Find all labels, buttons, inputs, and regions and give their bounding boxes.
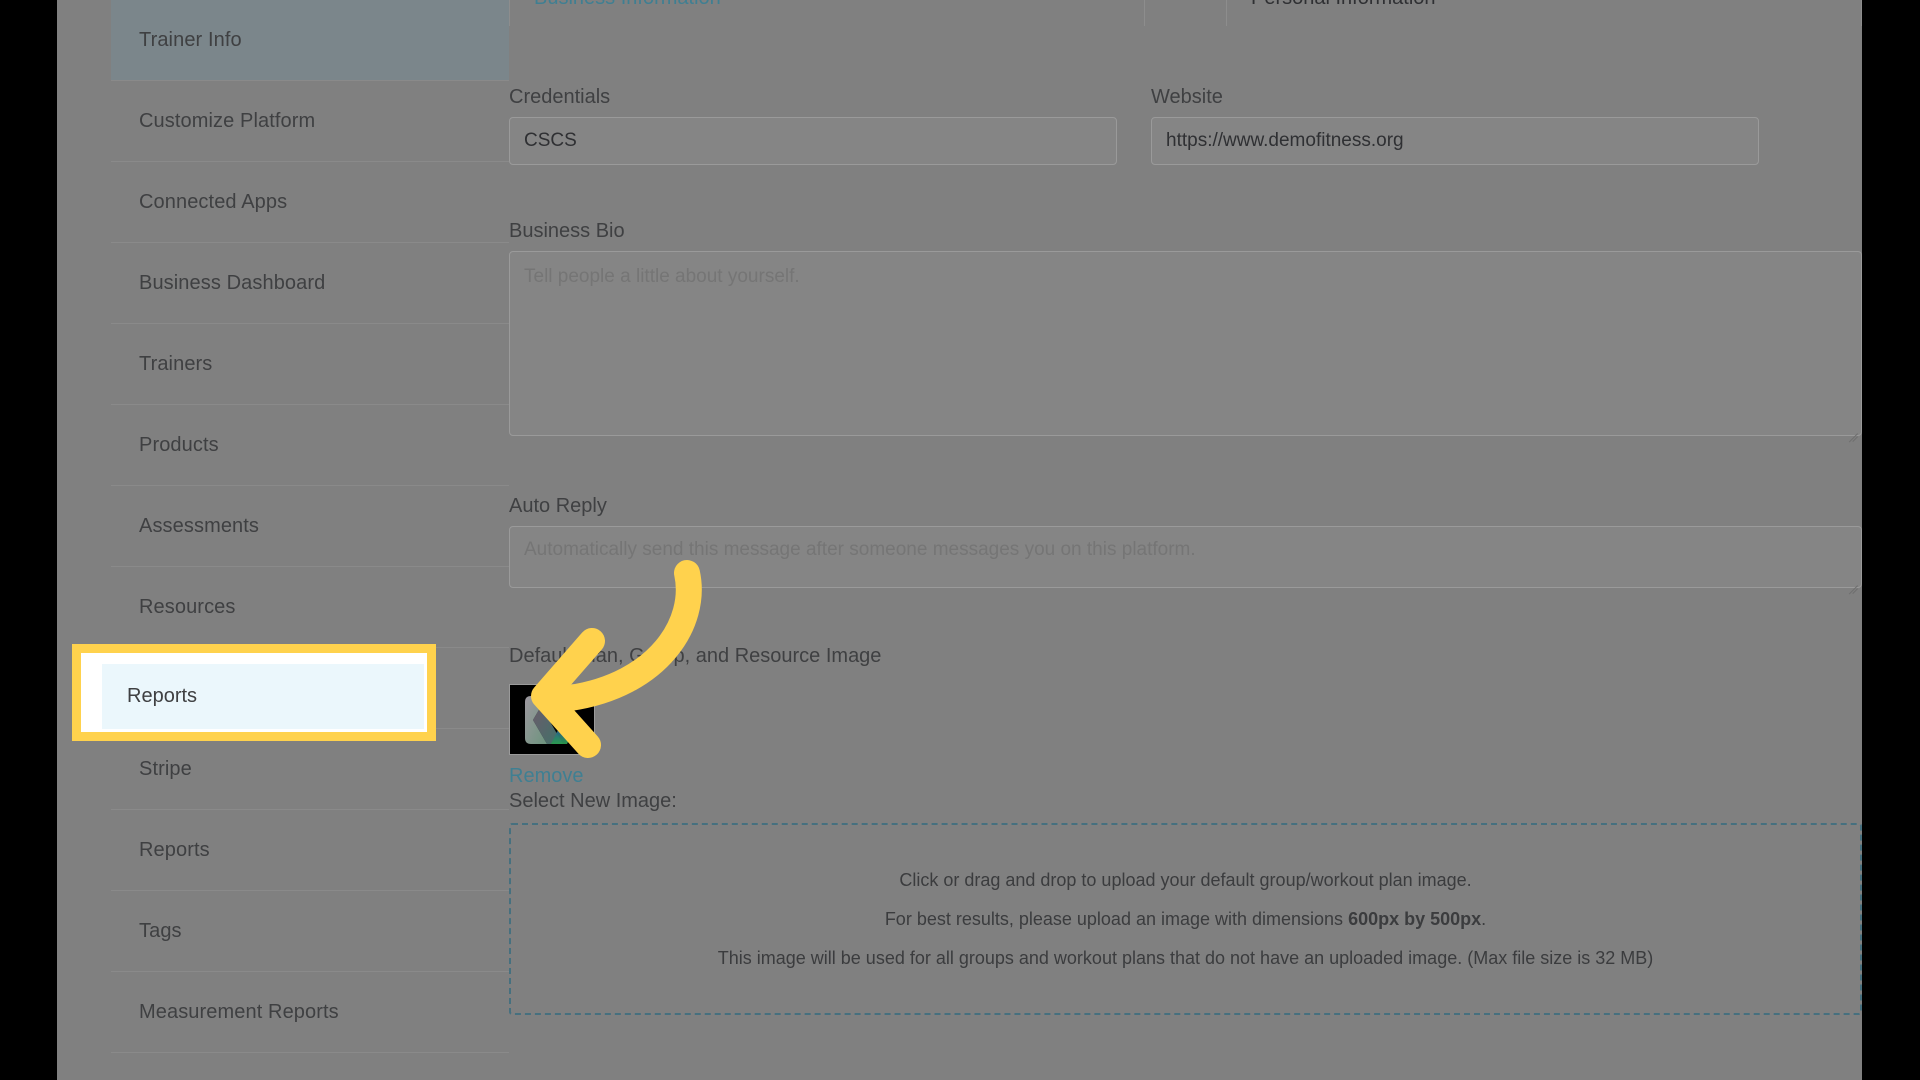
sidebar-item-trainer-info[interactable]: Trainer Info <box>111 0 509 81</box>
image-upload-dropzone[interactable]: Click or drag and drop to upload your de… <box>509 823 1862 1015</box>
credentials-website-row: Credentials Website <box>509 86 1862 165</box>
business-bio-textarea[interactable] <box>509 251 1862 436</box>
sidebar-item-assessments[interactable]: Assessments <box>111 486 509 567</box>
website-label: Website <box>1151 86 1223 108</box>
brand-chevron-logo-icon <box>525 695 579 744</box>
sidebar-item-label: Reports <box>127 685 198 707</box>
dropzone-line-2-suffix: . <box>1481 908 1487 929</box>
tab-label: Business Information <box>534 0 721 10</box>
default-image-thumbnail[interactable] <box>509 684 595 755</box>
dropzone-dimensions: 600px by 500px <box>1348 908 1482 929</box>
tab-personal-information[interactable]: Personal Information <box>1226 0 1862 26</box>
sidebar-item-label: Trainers <box>139 352 213 375</box>
annotation-highlight-box: Reports <box>72 644 436 741</box>
sidebar-item-label: Resources <box>139 595 236 618</box>
sidebar-item-reports[interactable]: Reports <box>111 810 509 891</box>
sidebar-item-label: Stripe <box>139 757 192 780</box>
auto-reply-field-group: Auto Reply <box>509 495 1862 593</box>
sidebar-item-label: Tags <box>139 919 182 942</box>
credentials-label: Credentials <box>509 86 611 108</box>
tab-label: Personal Information <box>1251 0 1436 10</box>
business-bio-label: Business Bio <box>509 220 625 242</box>
sidebar-item-label: Trainer Info <box>139 28 242 51</box>
business-bio-field-group: Business Bio <box>509 220 1862 441</box>
credentials-input[interactable] <box>509 117 1117 165</box>
dropzone-line-2-prefix: For best results, please upload an image… <box>884 908 1349 929</box>
sidebar-item-label: Business Dashboard <box>139 271 326 294</box>
sidebar-item-connected-apps[interactable]: Connected Apps <box>111 162 509 243</box>
sidebar-item-label: Measurement Reports <box>139 1000 339 1023</box>
sidebar-item-stripe[interactable]: Stripe <box>111 729 509 810</box>
auto-reply-textarea[interactable] <box>509 526 1862 588</box>
select-new-image-label: Select New Image: <box>509 790 677 812</box>
dropzone-line-1: Click or drag and drop to upload your de… <box>899 869 1472 890</box>
credentials-field-group: Credentials <box>509 86 1117 165</box>
tab-bar: Business Information Personal Informatio… <box>509 0 1862 26</box>
sidebar-item-business-dashboard[interactable]: Business Dashboard <box>111 243 509 324</box>
dropzone-line-3: This image will be used for all groups a… <box>717 947 1654 968</box>
sidebar-item-trainers[interactable]: Trainers <box>111 324 509 405</box>
sidebar-item-label: Customize Platform <box>139 109 316 132</box>
sidebar-item-measurement-reports[interactable]: Measurement Reports <box>111 972 509 1053</box>
sidebar-item-label: Reports <box>139 838 210 861</box>
website-field-group: Website <box>1151 86 1759 165</box>
application-window: Trainer Info Customize Platform Connecte… <box>57 0 1862 1080</box>
sidebar-item-customize-platform[interactable]: Customize Platform <box>111 81 509 162</box>
sidebar-item-tags[interactable]: Tags <box>111 891 509 972</box>
default-image-section: Default Plan, Group, and Resource Image <box>509 645 1862 1015</box>
sidebar-item-partial[interactable] <box>111 1053 509 1080</box>
remove-image-link[interactable]: Remove <box>509 765 583 788</box>
highlighted-sidebar-item-reports[interactable]: Reports <box>102 664 424 729</box>
tab-business-information[interactable]: Business Information <box>509 0 1145 26</box>
dropzone-line-2: For best results, please upload an image… <box>885 909 1486 930</box>
sidebar-item-label: Products <box>139 433 219 456</box>
default-image-label: Default Plan, Group, and Resource Image <box>509 645 882 667</box>
sidebar-item-label: Assessments <box>139 514 260 537</box>
auto-reply-label: Auto Reply <box>509 495 607 517</box>
sidebar-item-label: Connected Apps <box>139 190 288 213</box>
sidebar-item-resources[interactable]: Resources <box>111 567 509 648</box>
main-content: Business Information Personal Informatio… <box>509 0 1862 1080</box>
sidebar-item-products[interactable]: Products <box>111 405 509 486</box>
website-input[interactable] <box>1151 117 1759 165</box>
settings-sidebar: Trainer Info Customize Platform Connecte… <box>111 0 509 1080</box>
screenshot-viewport: Trainer Info Customize Platform Connecte… <box>0 0 1920 1080</box>
